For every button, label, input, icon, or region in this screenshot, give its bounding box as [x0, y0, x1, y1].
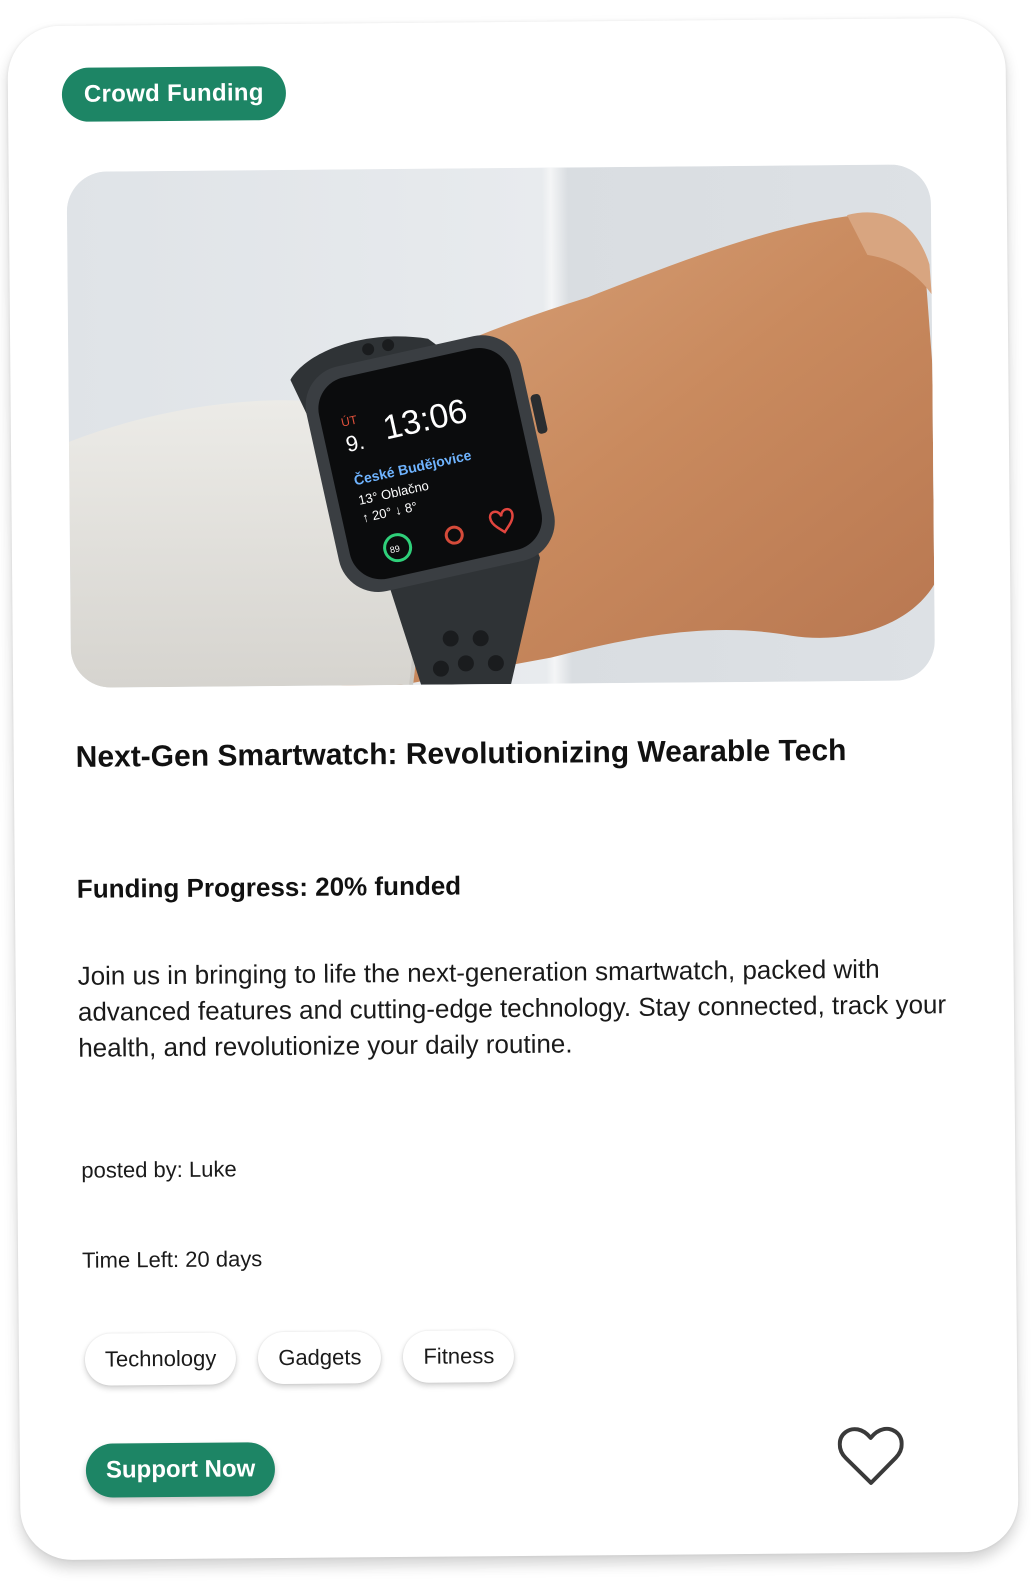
crowdfunding-card: Crowd Funding ÚT 9. 13:06 České Budějovi… — [7, 17, 1019, 1561]
smartwatch-photo-illustration: ÚT 9. 13:06 České Budějovice 13° Oblačno… — [66, 164, 936, 688]
funding-progress: Funding Progress: 20% funded — [76, 870, 462, 904]
product-image: ÚT 9. 13:06 České Budějovice 13° Oblačno… — [66, 164, 936, 688]
category-badge[interactable]: Crowd Funding — [61, 65, 287, 122]
campaign-title: Next-Gen Smartwatch: Revolutionizing Wea… — [75, 734, 847, 774]
watch-ring-value: 89 — [389, 543, 401, 555]
posted-by: posted by: Luke — [81, 1156, 237, 1183]
tag-list: Technology Gadgets Fitness — [84, 1330, 515, 1386]
support-now-button[interactable]: Support Now — [85, 1442, 276, 1498]
heart-icon[interactable] — [837, 1426, 905, 1488]
campaign-description: Join us in bringing to life the next-gen… — [77, 953, 947, 1063]
tag-technology[interactable]: Technology — [84, 1332, 237, 1386]
tag-gadgets[interactable]: Gadgets — [258, 1331, 382, 1385]
time-left: Time Left: 20 days — [81, 1246, 263, 1273]
tag-fitness[interactable]: Fitness — [403, 1330, 515, 1383]
